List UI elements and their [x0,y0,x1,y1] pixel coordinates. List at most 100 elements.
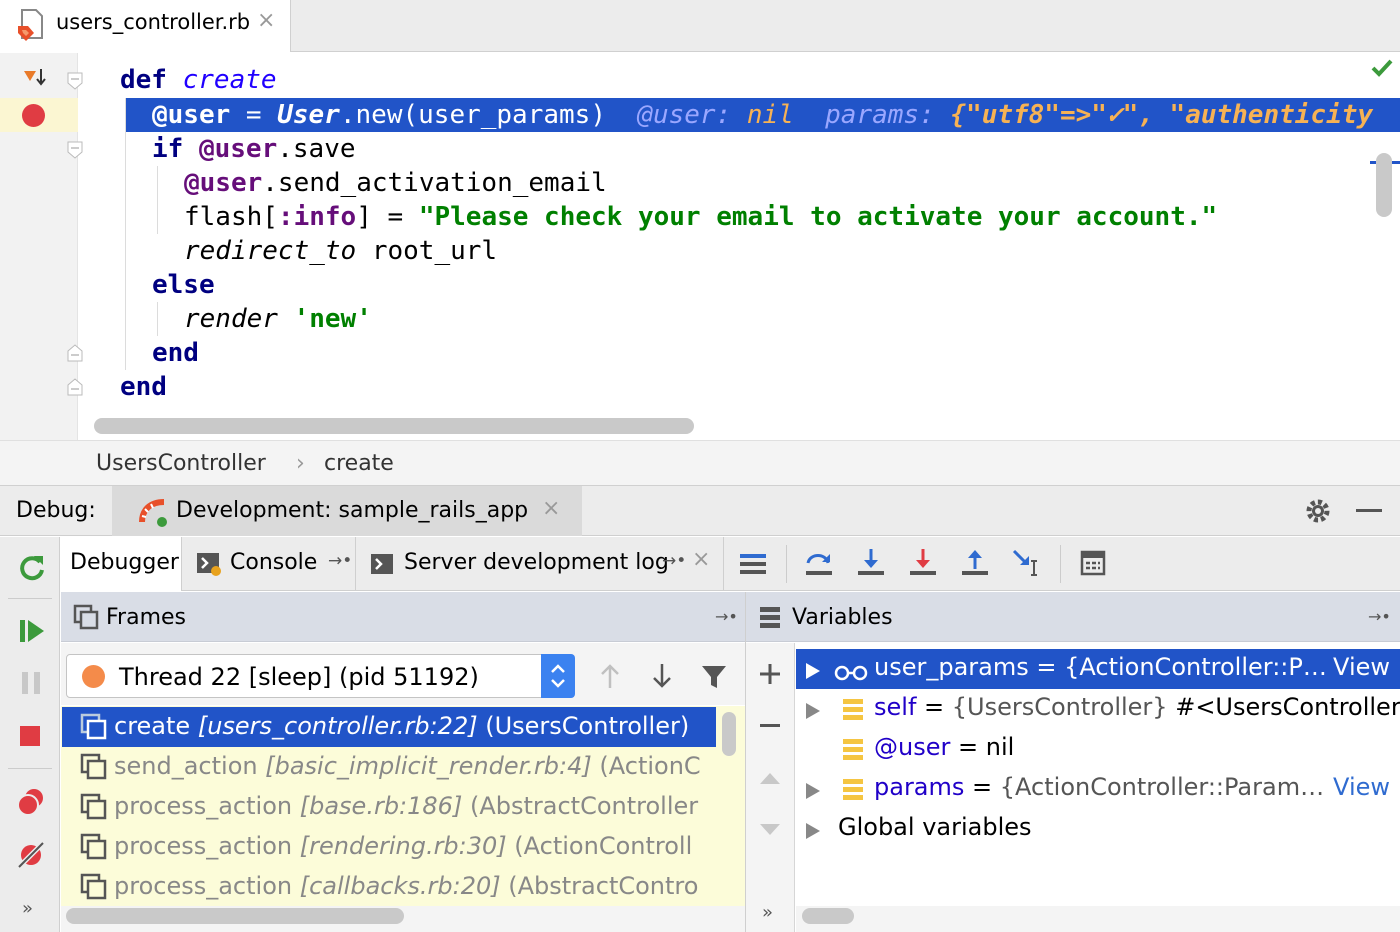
more-actions-icon[interactable]: » [22,898,33,919]
breadcrumb-item-class[interactable]: UsersController [96,451,266,476]
close-tab-icon[interactable]: × [257,8,275,33]
breadcrumb: UsersController › create [0,440,1400,486]
stop-icon[interactable] [20,726,40,746]
show-execution-point-icon[interactable] [739,551,767,581]
variable-row[interactable]: user_params = {ActionController::P… View [796,649,1400,689]
frame-row[interactable]: create [users_controller.rb:22] (UsersCo… [62,707,716,747]
variable-field-icon [842,697,864,727]
variable-name: @user [874,733,951,761]
frame-location: [basic_implicit_render.rb:4] [265,752,592,780]
inline-debug-value: @user: [637,100,732,130]
variable-name: user_params [874,653,1029,681]
editor-horizontal-scrollbar[interactable] [94,418,694,434]
add-watch-icon[interactable] [758,662,782,690]
variable-value-detail: #<UsersController [1167,693,1400,721]
frame-row[interactable]: process_action [callbacks.rb:20] (Abstra… [62,867,716,907]
watch-glasses-icon [834,660,868,688]
pause-program-icon[interactable] [20,670,44,700]
variable-group-row[interactable]: Global variables [796,809,1400,849]
code-line-9: end [152,338,199,368]
step-out-icon[interactable] [960,547,990,581]
view-value-link[interactable]: View [1327,653,1390,681]
frame-class: (AbstractController [469,792,699,820]
rerun-icon[interactable] [16,552,46,586]
variable-row[interactable]: params = {ActionController::Param… View [796,769,1400,809]
fold-marker-icon[interactable] [66,71,84,95]
view-breakpoints-icon[interactable] [16,787,46,821]
variable-value: {ActionController::P… [1064,653,1327,681]
move-down-icon[interactable] [758,822,782,842]
variable-row[interactable]: self = {UsersController} #<UsersControll… [796,689,1400,729]
tab-server-log[interactable]: Server development log →• × [356,537,724,591]
frame-row[interactable]: send_action [basic_implicit_render.rb:4]… [62,747,716,787]
close-run-tab-icon[interactable]: × [542,496,560,521]
frame-location: [users_controller.rb:22] [197,712,478,740]
pin-tab-icon[interactable]: →• [662,551,686,571]
variable-name: params [874,773,965,801]
variable-name: self [874,693,917,721]
step-over-icon[interactable] [804,547,834,581]
fold-end-marker-icon[interactable] [66,343,84,367]
variables-icon [759,606,781,632]
expand-arrow-icon[interactable] [804,779,822,807]
code-editor[interactable]: def create @user = User.new(user_params)… [0,53,1400,440]
breadcrumb-separator: › [296,451,305,476]
view-value-link[interactable]: View [1327,773,1390,801]
thread-dropdown[interactable]: Thread 22 [sleep] (pid 51192) [66,654,575,698]
frame-class: (ActionC [599,752,701,780]
frame-row[interactable]: process_action [base.rb:186] (AbstractCo… [62,787,716,827]
arrow-up-icon[interactable] [598,662,622,694]
more-actions-icon[interactable]: » [762,902,773,923]
debug-label: Debug: [16,498,96,523]
frames-horizontal-scrollbar[interactable] [66,908,404,924]
run-config-tab[interactable]: Development: sample_rails_app × [112,486,582,536]
variable-row[interactable]: @user = nil [796,729,1400,769]
frame-method: process_action [114,832,293,860]
expand-arrow-icon[interactable] [804,699,822,727]
frame-method: create [114,712,191,740]
tab-debugger[interactable]: Debugger [60,537,182,591]
evaluate-expression-icon[interactable] [1080,550,1106,580]
file-tab-users-controller[interactable]: users_controller.rb × [0,0,291,52]
frame-icon [80,793,108,827]
frames-icon [73,604,99,634]
no-problems-check-icon[interactable] [1370,57,1394,83]
frame-icon [80,753,108,787]
code-line-10: end [120,372,167,402]
editor-vertical-scrollbar[interactable] [1376,153,1392,217]
remove-watch-icon[interactable] [760,724,780,727]
resume-program-icon[interactable] [18,617,46,649]
breadcrumb-item-method[interactable]: create [324,451,394,476]
fold-marker-icon[interactable] [66,140,84,164]
arrow-down-icon[interactable] [650,662,674,694]
expand-arrow-icon[interactable] [804,659,822,687]
execution-point-icon [22,67,48,93]
code-line-4: @user.send_activation_email [184,168,607,198]
force-step-into-icon[interactable] [908,547,938,581]
dropdown-arrows-icon[interactable] [541,654,575,698]
variables-horizontal-scrollbar[interactable] [802,908,854,924]
close-tab-icon[interactable]: × [692,547,710,572]
pin-tab-icon[interactable]: →• [328,551,352,571]
tab-console[interactable]: Console →• [182,537,356,591]
variable-value: nil [985,733,1015,761]
move-up-icon[interactable] [758,770,782,790]
mute-breakpoints-icon[interactable] [16,840,46,874]
breakpoint-icon[interactable] [22,104,45,127]
expand-arrow-icon[interactable] [804,819,822,847]
frames-vertical-scrollbar[interactable] [722,712,736,756]
frame-location: [callbacks.rb:20] [299,872,501,900]
run-to-cursor-icon[interactable] [1010,547,1042,581]
thread-sleep-icon [82,665,105,688]
minimize-icon[interactable] [1356,509,1382,512]
frame-method: process_action [114,872,293,900]
frame-row[interactable]: process_action [rendering.rb:30] (Action… [62,827,716,867]
fold-end-marker-icon[interactable] [66,377,84,401]
frame-location: [rendering.rb:30] [299,832,507,860]
frame-class: (UsersController) [485,712,690,740]
filter-icon[interactable] [700,664,728,694]
hide-panel-icon[interactable]: →• [715,607,738,626]
hide-panel-icon[interactable]: →• [1368,607,1391,626]
step-into-icon[interactable] [856,547,886,581]
gear-icon[interactable] [1304,497,1332,529]
